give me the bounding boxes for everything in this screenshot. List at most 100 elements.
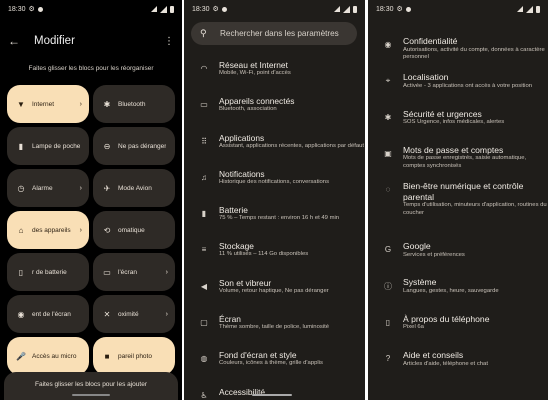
search-input[interactable] [220,29,350,38]
battery-saver-icon: ▯ [18,267,24,277]
settings-item[interactable]: ▯ À propos du téléphone Pixel 6a [368,311,548,347]
settings-item-title: Système [403,277,437,288]
settings-item-subtitle: Thème sombre, taille de police, luminosi… [219,324,330,331]
settings-item[interactable]: ♫ Notifications Historique des notificatio… [184,166,365,202]
emergency-icon: ✱ [384,112,392,122]
settings-item-text: Stockage 11 % utilisés – 114 Go disponibl… [219,238,365,259]
settings-item-title: Écran [219,314,241,325]
settings-item[interactable]: ◀ Son et vibreur Volume, retour haptique, … [184,275,365,311]
storage-icon: ≡ [201,245,207,255]
status-time: 18:30 [8,5,26,13]
apps-icon: ⠿ [201,136,207,146]
settings-item-title: Stockage [219,241,254,252]
settings-item-title: Sécurité et urgences [403,108,482,119]
more-options-icon[interactable]: ⋮ [164,36,174,47]
settings-item[interactable]: ≡ Stockage 11 % utilisés – 114 Go disponib… [184,238,365,274]
tile-label: Ne pas déranger [118,142,166,150]
settings-item[interactable]: ⠿ Applications Assistant, applications réc… [184,130,365,166]
tile-label: omatique [118,226,145,234]
settings-item-subtitle: 75 % – Temps restant : environ 16 h et 4… [219,215,340,222]
settings-item-text: Mots de passe et comptes Mots de passe en… [403,142,548,171]
bluetooth-icon: ✱ [103,99,111,109]
settings-item[interactable]: ✱ Sécurité et urgences SOS Urgence, infos … [368,106,548,142]
settings-item-text: Appareils connectés Bluetooth, associatio… [219,93,365,114]
nearby-share-icon: ✕ [103,309,111,319]
google-icon: G [384,245,392,255]
settings-item[interactable]: G Google Services et préférences [368,238,548,274]
chevron-right-icon: › [79,184,82,192]
search-bar[interactable]: ⚲ [191,22,357,45]
settings-item[interactable]: ? Aide et conseils Articles d'aide, téléph… [368,347,548,383]
settings-item[interactable]: ◍ Fond d'écran et style Couleurs, icônes à… [184,347,365,383]
quick-tile[interactable]: ▯ r de batterie [7,253,89,291]
settings-item[interactable]: ▣ Mots de passe et comptes Mots de passe e… [368,142,548,178]
settings-item[interactable]: ♿ Accessibilité [184,384,365,400]
quick-tile[interactable]: ✈ Mode Avion [93,169,175,207]
mic-icon: 🎤 [16,351,26,361]
settings-item-text: Localisation Activée - 3 applications ont… [403,69,548,90]
settings-item-subtitle: SOS Urgence, infos médicales, alertes [403,119,505,126]
status-time: 18:30 [192,5,210,13]
quick-tile[interactable]: ▮ Lampe de poche [7,127,89,165]
battery-icon [536,5,540,13]
settings-item-subtitle: Bluetooth, association [219,106,277,113]
home-icon: ⌂ [18,225,24,235]
quick-tile[interactable]: ◷ Alarme › [7,169,89,207]
reorder-hint: Faites glisser les blocs pour les réorga… [28,65,154,72]
settings-item[interactable]: ◠ Réseau et Internet Mobile, Wi-Fi, point … [184,57,365,93]
settings-item-title: Batterie [219,205,248,216]
quick-tile[interactable]: ⟲ omatique [93,211,175,249]
tile-label: Internet [32,100,55,108]
status-bar: 18:30 ⚙ [376,3,540,15]
settings-item-title: Localisation [403,72,449,83]
quick-tile[interactable]: ✕ oximité › [93,295,175,333]
tile-label: oximité [118,310,139,318]
status-time: 18:30 [376,5,394,13]
settings-item-subtitle: Mots de passe enregistrés, saisie automa… [403,155,527,169]
gesture-bar[interactable] [252,394,292,396]
settings-item[interactable]: ▭ Appareils connectés Bluetooth, associati… [184,93,365,129]
settings-item[interactable]: ▢ Écran Thème sombre, taille de police, lu… [184,311,365,347]
settings-item-title: Fond d'écran et style [219,350,297,361]
settings-item-subtitle: Historique des notifications, conversati… [219,178,330,185]
quick-tile[interactable]: ▼ Internet › [7,85,89,123]
quick-tile[interactable]: ▭ l'écran › [93,253,175,291]
chevron-right-icon: › [165,310,168,318]
wifi-signal-icon [151,6,157,12]
tile-label: des appareils [32,226,71,234]
quick-tile[interactable]: ✱ Bluetooth [93,85,175,123]
settings-item[interactable]: ◉ Confidentialité Autorisations, activité … [368,33,548,69]
settings-item-title: Applications [219,132,265,143]
quick-tile[interactable]: ⌂ des appareils › [7,211,89,249]
settings-item[interactable]: ⌖ Localisation Activée - 3 applications on… [368,69,548,105]
screen-record-icon: ◉ [17,309,25,319]
quick-tile[interactable]: ◉ ent de l'écran [7,295,89,333]
tile-label: ent de l'écran [32,310,71,318]
wellbeing-icon: ◌ [385,185,391,195]
quick-tile[interactable]: ■ pareil photo [93,337,175,375]
settings-item[interactable]: ◌ Bien-être numérique et contrôle parenta… [368,178,548,238]
back-arrow-icon[interactable]: ← [8,34,22,48]
settings-list-bottom: 18:30 ⚙ ◉ Confidentialité Autorisations, ac… [368,0,548,400]
battery-icon [353,5,357,13]
cell-signal-icon [160,5,167,13]
settings-item[interactable]: ⓘ Système Langues, gestes, heure, sauvegar… [368,274,548,310]
quick-tile[interactable]: ⊖ Ne pas déranger [93,127,175,165]
display-icon: ▢ [200,318,208,328]
dnd-icon: ⊖ [103,141,111,151]
search-icon: ⚲ [200,28,207,38]
settings-item-text: Son et vibreur Volume, retour haptique, N… [219,275,365,296]
gesture-bar[interactable] [72,394,110,396]
settings-item[interactable]: ▮ Batterie 75 % – Temps restant : environ … [184,202,365,238]
quick-settings-editor: 18:30 ⚙ ← Modifier ⋮ Faites glisser les b… [0,0,182,400]
status-dot-icon [37,6,43,12]
volume-icon: ◀ [200,281,208,291]
airplane-icon: ✈ [103,183,111,193]
settings-item-text: Fond d'écran et style Couleurs, icônes à … [219,347,365,368]
settings-item-subtitle: Services et préférences [403,251,465,258]
phone-icon: ▯ [385,317,391,327]
quick-tile[interactable]: 🎤 Accès au micro [7,337,89,375]
settings-item-text: Notifications Historique des notification… [219,166,365,187]
settings-item-subtitle: Mobile, Wi-Fi, point d'accès [219,70,291,76]
accessibility-icon: ♿ [200,390,208,400]
